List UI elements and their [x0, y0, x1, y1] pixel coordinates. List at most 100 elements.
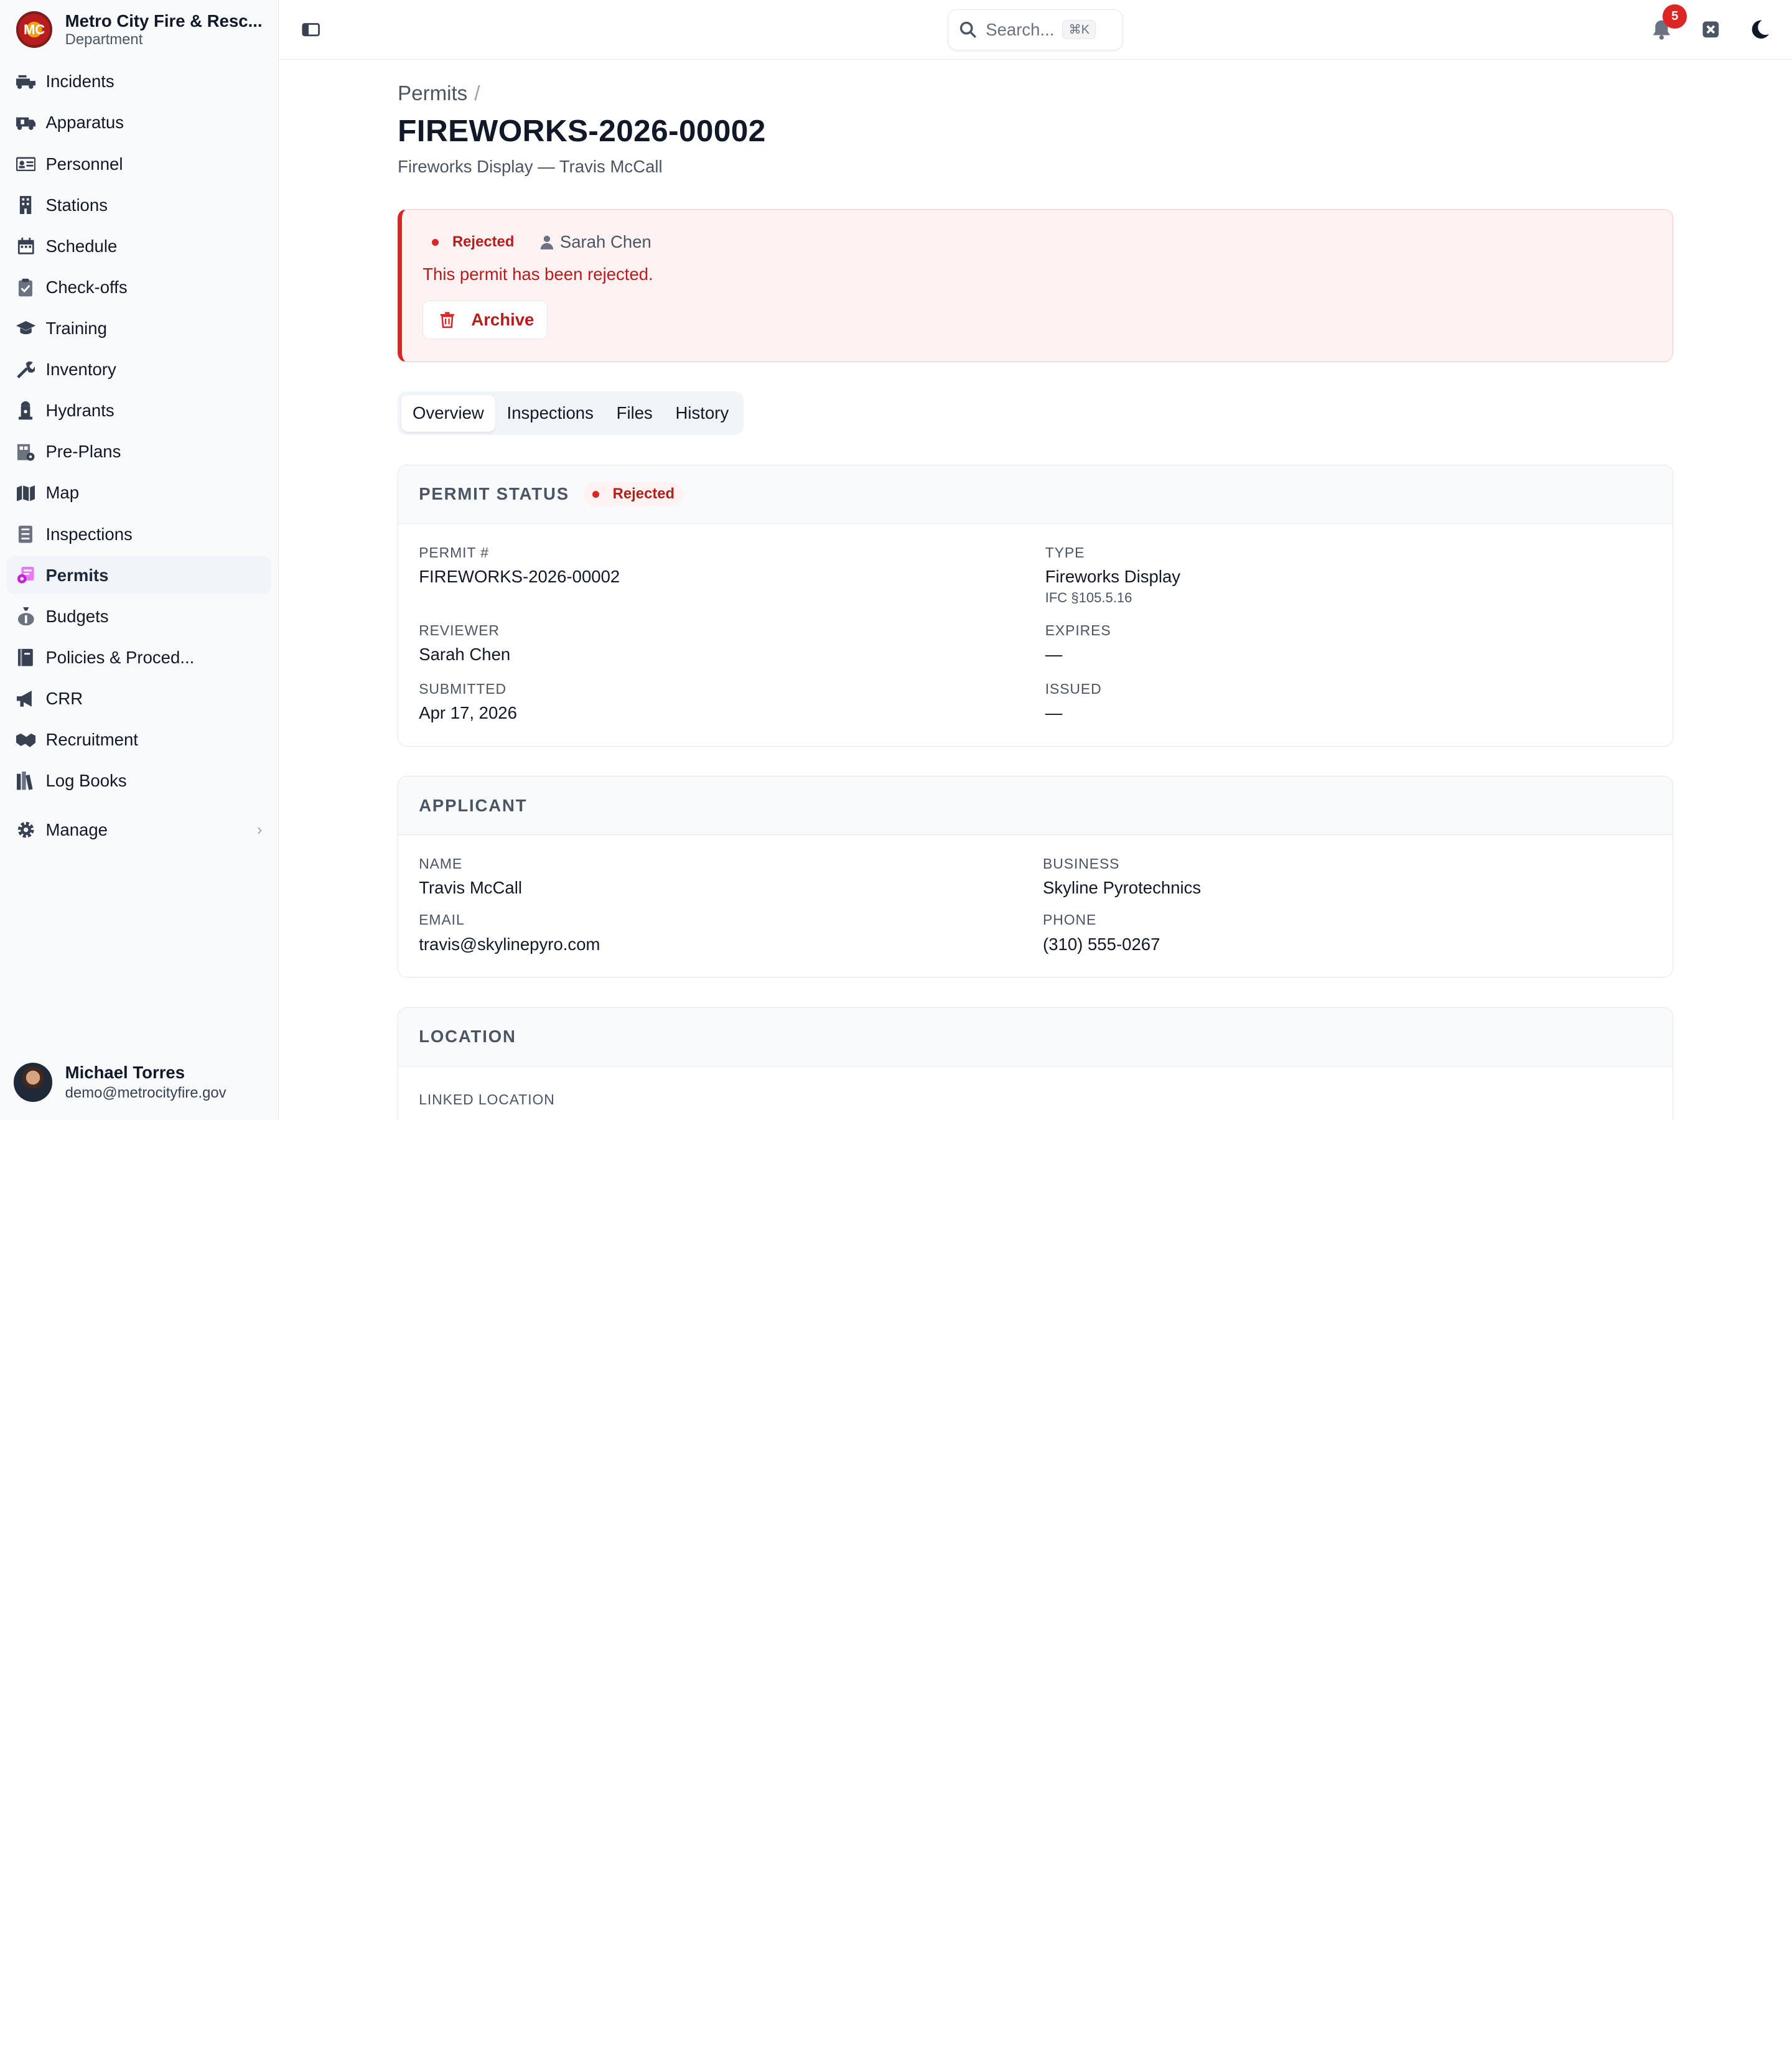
- sidebar-item-permits[interactable]: Permits: [7, 556, 272, 594]
- building-icon: [16, 195, 35, 215]
- sidebar-item-inspections[interactable]: Inspections: [7, 515, 271, 553]
- sidebar-item-apparatus[interactable]: Apparatus: [7, 104, 271, 142]
- field-value: travis@skylinepyro.com: [419, 934, 600, 954]
- status-label: Rejected: [612, 485, 675, 503]
- linked-location-field: LINKED LOCATION: [419, 1091, 1045, 1108]
- sidebar-item-hydrants[interactable]: Hydrants: [7, 392, 271, 430]
- department-logo: MC: [16, 11, 53, 49]
- tab-files[interactable]: Files: [605, 395, 664, 432]
- sidebar-item-label: Policies & Proced...: [45, 647, 195, 667]
- status-badge: Rejected: [582, 482, 684, 506]
- permit-number-field: PERMIT # FIREWORKS-2026-00002: [419, 544, 1045, 607]
- user-name: Michael Torres: [65, 1063, 185, 1083]
- topbar: Search... ⌘K 5: [279, 0, 1792, 60]
- theme-toggle-button[interactable]: [1748, 18, 1771, 41]
- sidebar-toggle-icon[interactable]: [302, 21, 320, 39]
- permit-icon: [16, 566, 35, 585]
- user-profile[interactable]: Michael Torres demo@metrocityfire.gov: [0, 1045, 278, 1120]
- logo-text: MC: [23, 21, 45, 37]
- handshake-icon: [16, 730, 35, 749]
- status-dot-icon: [592, 490, 599, 498]
- field-label: LINKED LOCATION: [419, 1091, 555, 1108]
- sidebar-item-policies[interactable]: Policies & Proced...: [7, 639, 271, 677]
- breadcrumb-permits-link[interactable]: Permits: [398, 82, 467, 105]
- user-email: demo@metrocityfire.gov: [65, 1084, 226, 1101]
- archive-button[interactable]: Archive: [422, 300, 548, 340]
- sidebar-item-label: Inspections: [45, 524, 133, 544]
- calendar-icon: [16, 236, 35, 256]
- field-label: SUBMITTED: [419, 680, 506, 697]
- clipboard-icon: [16, 278, 35, 297]
- notifications-button[interactable]: 5: [1650, 4, 1687, 41]
- department-subtitle: Department: [65, 30, 143, 48]
- card-body: NAME Travis McCall BUSINESS Skyline Pyro…: [398, 835, 1673, 977]
- sidebar-item-check-offs[interactable]: Check-offs: [7, 269, 271, 307]
- search-placeholder: Search...: [986, 19, 1055, 39]
- chevron-right-icon: ›: [256, 821, 263, 839]
- sidebar-item-budgets[interactable]: Budgets: [7, 597, 271, 635]
- breadcrumb-separator: /: [474, 82, 480, 106]
- sidebar-nav: Incidents Apparatus Personnel Stations S…: [0, 63, 278, 849]
- sidebar-item-incidents[interactable]: Incidents: [7, 63, 271, 101]
- card-header: APPLICANT: [398, 777, 1673, 836]
- hydrant-icon: [16, 401, 35, 421]
- field-value: Fireworks Display: [1045, 566, 1181, 586]
- field-label: EMAIL: [419, 912, 465, 928]
- sidebar-item-label: Pre-Plans: [45, 442, 121, 462]
- status-badge: Rejected: [422, 230, 523, 254]
- field-value: Sarah Chen: [419, 645, 511, 665]
- field-label: PHONE: [1043, 912, 1097, 928]
- sidebar-item-log-books[interactable]: Log Books: [7, 762, 271, 800]
- sidebar-item-training[interactable]: Training: [7, 310, 271, 348]
- field-value: Apr 17, 2026: [419, 703, 517, 722]
- field-value: Travis McCall: [419, 878, 522, 898]
- sidebar-item-manage[interactable]: Manage ›: [7, 811, 271, 849]
- brand[interactable]: MC Metro City Fire & Resc... Department: [0, 0, 278, 60]
- card-title: LOCATION: [419, 1027, 516, 1047]
- issued-field: ISSUED —: [1045, 681, 1652, 723]
- sidebar-item-label: Training: [45, 318, 107, 338]
- sidebar-item-label: Check-offs: [45, 277, 128, 297]
- code-reference: IFC §105.5.16: [1045, 590, 1132, 606]
- field-label: TYPE: [1045, 544, 1085, 561]
- sidebar-item-label: Personnel: [45, 154, 123, 174]
- sidebar-item-label: Budgets: [45, 606, 109, 626]
- card-body: LINKED LOCATION: [398, 1066, 1673, 1120]
- tab-overview[interactable]: Overview: [401, 394, 496, 432]
- sidebar-item-label: Hydrants: [45, 401, 114, 421]
- field-value: FIREWORKS-2026-00002: [419, 566, 620, 586]
- location-card: LOCATION LINKED LOCATION: [398, 1007, 1673, 1120]
- field-label: ISSUED: [1045, 680, 1102, 697]
- sidebar-item-label: Apparatus: [45, 113, 124, 133]
- sidebar-item-label: Inventory: [45, 360, 116, 380]
- status-dot-icon: [431, 238, 439, 246]
- permit-status-card: PERMIT STATUS Rejected PERMIT # FIREWORK…: [398, 464, 1673, 747]
- search-icon: [959, 21, 977, 39]
- tab-inspections[interactable]: Inspections: [495, 395, 605, 432]
- blueprint-icon: [16, 442, 35, 462]
- settings-button[interactable]: [1699, 18, 1722, 41]
- alert-reviewer: Sarah Chen: [539, 232, 651, 252]
- topbar-actions: 5: [1624, 0, 1771, 60]
- card-header: PERMIT STATUS Rejected: [398, 465, 1673, 524]
- sidebar-item-pre-plans[interactable]: Pre-Plans: [7, 433, 271, 471]
- tab-history[interactable]: History: [664, 395, 740, 432]
- books-icon: [16, 772, 35, 791]
- notification-badge: 5: [1663, 4, 1687, 29]
- money-bag-icon: [16, 607, 35, 626]
- search-input[interactable]: Search... ⌘K: [947, 9, 1124, 50]
- rejection-alert: Rejected Sarah Chen This permit has been…: [398, 208, 1673, 362]
- megaphone-icon: [16, 689, 35, 708]
- sidebar-item-crr[interactable]: CRR: [7, 680, 271, 718]
- sidebar-item-map[interactable]: Map: [7, 474, 271, 512]
- sidebar-item-stations[interactable]: Stations: [7, 186, 271, 224]
- breadcrumb: Permits /: [398, 82, 1673, 106]
- field-label: REVIEWER: [419, 622, 500, 638]
- applicant-card: APPLICANT NAME Travis McCall BUSINESS Sk…: [398, 776, 1673, 978]
- sidebar-item-recruitment[interactable]: Recruitment: [7, 721, 271, 759]
- sidebar-item-schedule[interactable]: Schedule: [7, 227, 271, 265]
- sidebar-item-label: Permits: [45, 565, 109, 585]
- email-field: EMAIL travis@skylinepyro.com: [419, 912, 1043, 954]
- sidebar-item-personnel[interactable]: Personnel: [7, 145, 271, 183]
- sidebar-item-inventory[interactable]: Inventory: [7, 351, 271, 389]
